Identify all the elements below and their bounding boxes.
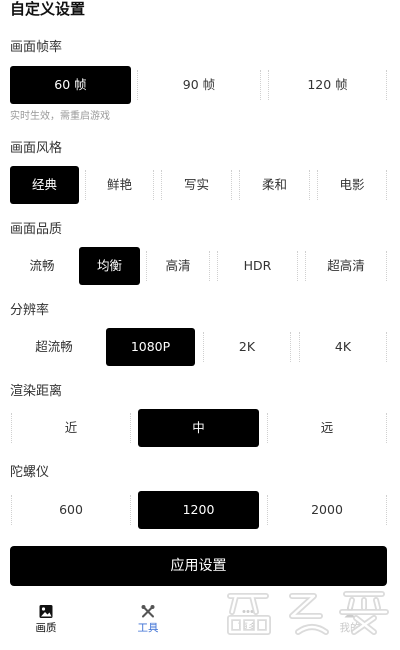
render-distance-option-medium[interactable]: 中 <box>138 409 259 447</box>
style-option-soft[interactable]: 柔和 <box>238 166 311 204</box>
fps-label: 画面帧率 <box>10 40 63 55</box>
render-distance-option-far[interactable]: 远 <box>266 409 388 447</box>
quality-option-hd[interactable]: 高清 <box>145 247 211 285</box>
style-label: 画面风格 <box>10 141 63 156</box>
render-distance-selector: 近 中 远 <box>10 409 388 449</box>
gyro-label: 陀螺仪 <box>10 465 50 480</box>
quality-selector: 流畅 均衡 高清 HDR 超高清 <box>10 247 388 287</box>
resolution-option-2k[interactable]: 2K <box>202 328 292 366</box>
apply-settings-button[interactable]: 应用设置 <box>10 546 387 586</box>
fps-selector: 60 帧 90 帧 120 帧 <box>10 66 388 106</box>
quality-option-uhd[interactable]: 超高清 <box>304 247 388 285</box>
quality-option-hdr[interactable]: HDR <box>216 247 299 285</box>
nav-item-quality[interactable]: 画质 <box>10 604 82 635</box>
quality-option-smooth[interactable]: 流畅 <box>10 247 74 285</box>
fps-option-120[interactable]: 120 帧 <box>267 66 388 104</box>
resolution-label: 分辨率 <box>10 303 50 318</box>
nav-label-quality: 画质 <box>35 622 57 634</box>
fps-option-90[interactable]: 90 帧 <box>136 66 262 104</box>
resolution-option-1080p[interactable]: 1080P <box>106 328 195 366</box>
page-title: 自定义设置 <box>10 0 86 18</box>
gyro-option-1200[interactable]: 1200 <box>138 491 259 529</box>
style-selector: 经典 鲜艳 写实 柔和 电影 <box>10 166 388 206</box>
quality-option-balanced[interactable]: 均衡 <box>79 247 140 285</box>
nav-label-tools: 工具 <box>137 622 159 634</box>
render-distance-option-near[interactable]: 近 <box>10 409 132 447</box>
image-icon <box>39 605 53 618</box>
tools-icon <box>141 605 155 618</box>
style-option-vivid[interactable]: 鲜艳 <box>84 166 155 204</box>
gyro-option-600[interactable]: 600 <box>10 491 132 529</box>
fps-option-60[interactable]: 60 帧 <box>10 66 131 104</box>
fps-hint: 实时生效，需重启游戏 <box>10 111 110 122</box>
render-distance-label: 渲染距离 <box>10 384 63 399</box>
watermark-logo <box>227 591 389 635</box>
gyro-option-2000[interactable]: 2000 <box>266 491 388 529</box>
style-option-film[interactable]: 电影 <box>316 166 388 204</box>
nav-item-tools[interactable]: 工具 <box>112 604 184 635</box>
resolution-option-4k[interactable]: 4K <box>298 328 388 366</box>
style-option-realistic[interactable]: 写实 <box>160 166 233 204</box>
quality-label: 画面品质 <box>10 222 63 237</box>
resolution-option-ultra-smooth[interactable]: 超流畅 <box>10 328 98 366</box>
gyro-selector: 600 1200 2000 <box>10 491 388 531</box>
style-option-classic[interactable]: 经典 <box>10 166 79 204</box>
resolution-selector: 超流畅 1080P 2K 4K <box>10 328 388 368</box>
